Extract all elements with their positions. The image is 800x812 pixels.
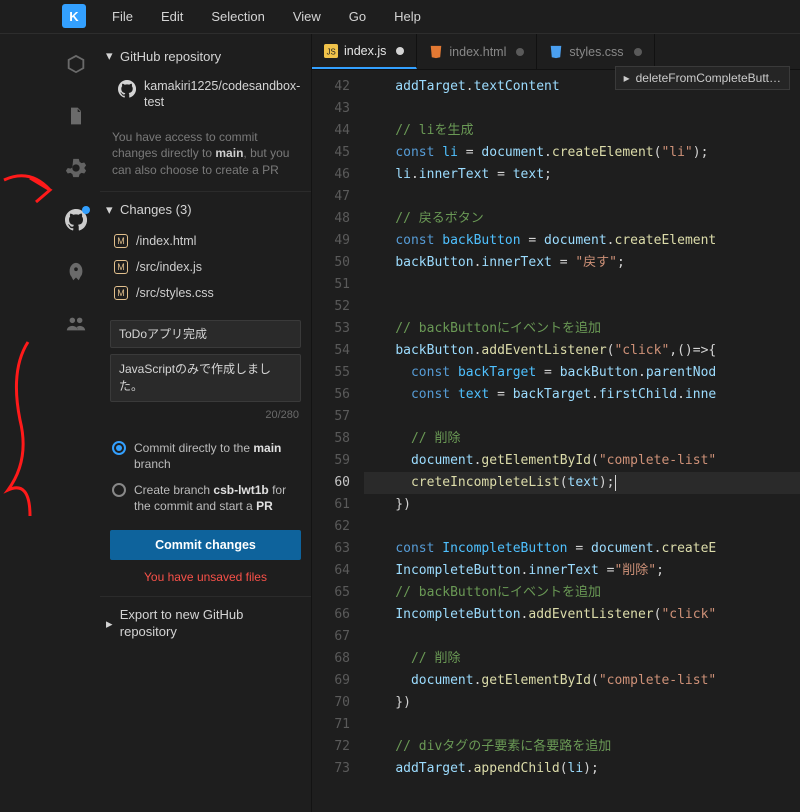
changed-file-path: /src/index.js (136, 260, 202, 274)
js-file-icon: JS (324, 44, 338, 58)
menu-edit[interactable]: Edit (147, 3, 197, 30)
sidebar: ▾ GitHub repository kamakiri1225/codesan… (100, 34, 312, 812)
commit-description-input[interactable]: JavaScriptのみで作成しました。 (110, 354, 301, 402)
unsaved-warning: You have unsaved files (100, 566, 311, 594)
changes-title: Changes (3) (120, 202, 192, 217)
tab-index-html[interactable]: index.html (417, 34, 537, 69)
chevron-right-icon: ▸ (106, 616, 120, 632)
tab-styles-css[interactable]: styles.css (537, 34, 654, 69)
repo-info-text: You have access to commit changes direct… (100, 121, 311, 189)
svg-text:JS: JS (327, 47, 336, 56)
changed-file-path: /index.html (136, 234, 196, 248)
menubar: K FileEditSelectionViewGoHelp (0, 0, 800, 34)
divider (100, 596, 311, 597)
gear-icon[interactable] (64, 156, 88, 180)
unsaved-dot-icon (516, 48, 524, 56)
github-section-title: GitHub repository (120, 49, 221, 64)
app-logo: K (62, 4, 86, 28)
char-count: 20/280 (110, 405, 301, 429)
menu-help[interactable]: Help (380, 3, 435, 30)
commit-title-input[interactable] (110, 320, 301, 348)
github-icon (118, 80, 136, 98)
breadcrumb-overflow[interactable]: ▸ deleteFromCompleteButt… (615, 66, 790, 90)
html-file-icon (429, 45, 443, 59)
chevron-down-icon: ▾ (106, 202, 120, 218)
modified-badge: M (114, 234, 128, 248)
repo-name: kamakiri1225/codesandbox-test (144, 78, 301, 111)
changes-section-header[interactable]: ▾ Changes (3) (100, 194, 311, 226)
radio-icon (112, 483, 126, 497)
unsaved-dot-icon (634, 48, 642, 56)
tab-index-js[interactable]: JS index.js (312, 34, 417, 69)
code-area[interactable]: 4243444546474849505152535455565758596061… (312, 70, 800, 812)
modified-badge: M (114, 260, 128, 274)
tab-label: styles.css (569, 45, 623, 59)
editor-tabs: JS index.js index.html styles.css (312, 34, 800, 70)
radio-icon (112, 441, 126, 455)
commit-changes-button[interactable]: Commit changes (110, 530, 301, 560)
menu-view[interactable]: View (279, 3, 335, 30)
editor: JS index.js index.html styles.css 424344454… (312, 34, 800, 812)
commit-direct-radio[interactable]: Commit directly to the main branch (100, 435, 311, 477)
code-lines[interactable]: addTarget.textContent // liを生成 const li … (364, 76, 800, 812)
file-icon[interactable] (64, 104, 88, 128)
divider (100, 191, 311, 192)
github-icon[interactable] (64, 208, 88, 232)
activity-bar (52, 34, 100, 812)
chevron-down-icon: ▾ (106, 48, 120, 64)
repo-row[interactable]: kamakiri1225/codesandbox-test (100, 72, 311, 121)
rocket-icon[interactable] (64, 260, 88, 284)
create-branch-radio[interactable]: Create branch csb-lwt1b for the commit a… (100, 477, 311, 519)
menu-selection[interactable]: Selection (197, 3, 278, 30)
changed-file[interactable]: M/src/styles.css (112, 280, 303, 306)
changes-list: M/index.htmlM/src/index.jsM/src/styles.c… (100, 226, 311, 314)
unsaved-dot-icon (396, 47, 404, 55)
menu-go[interactable]: Go (335, 3, 380, 30)
github-section-header[interactable]: ▾ GitHub repository (100, 40, 311, 72)
changed-file[interactable]: M/src/index.js (112, 254, 303, 280)
changed-file[interactable]: M/index.html (112, 228, 303, 254)
changed-file-path: /src/styles.css (136, 286, 214, 300)
cube-icon[interactable] (64, 52, 88, 76)
css-file-icon (549, 45, 563, 59)
tab-label: index.html (449, 45, 506, 59)
menu-file[interactable]: File (98, 3, 147, 30)
line-gutter: 4243444546474849505152535455565758596061… (312, 76, 364, 812)
tab-label: index.js (344, 44, 386, 58)
users-icon[interactable] (64, 312, 88, 336)
notification-dot (82, 206, 90, 214)
export-section-header[interactable]: ▸ Export to new GitHub repository (100, 599, 311, 649)
modified-badge: M (114, 286, 128, 300)
export-title: Export to new GitHub repository (120, 607, 301, 641)
chevron-right-icon: ▸ (624, 71, 630, 85)
